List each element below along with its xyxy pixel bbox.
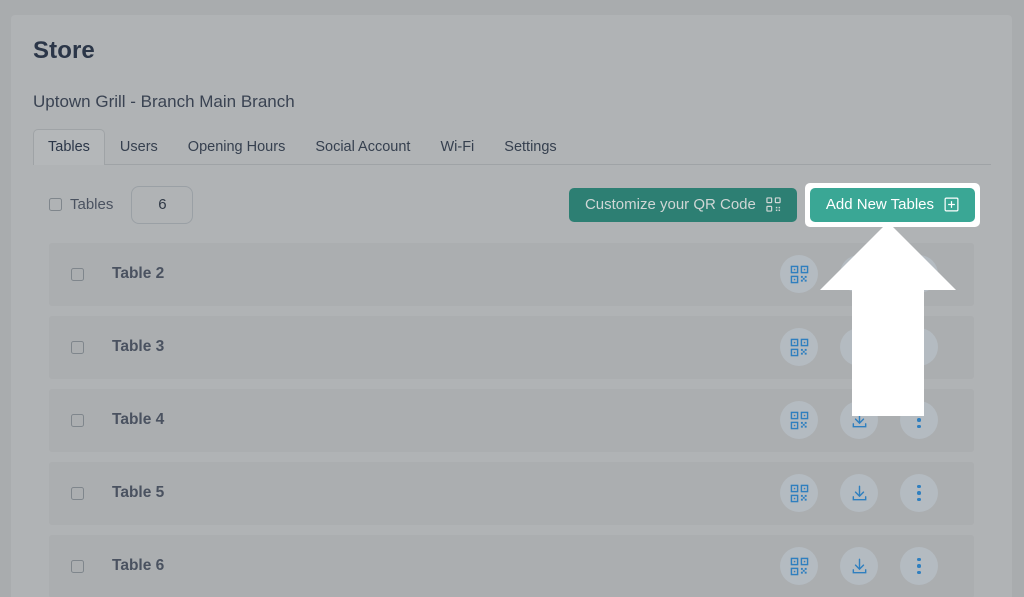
- download-icon[interactable]: [840, 474, 878, 513]
- download-icon[interactable]: [840, 401, 878, 440]
- row-label: Table 2: [112, 265, 165, 283]
- qr-code-icon[interactable]: [780, 255, 818, 294]
- row-actions: [780, 474, 960, 513]
- more-vertical-icon[interactable]: [900, 474, 938, 513]
- table-row[interactable]: Table 5: [49, 461, 974, 525]
- row-select-checkbox[interactable]: [71, 267, 84, 281]
- table-row[interactable]: Table 3: [49, 315, 974, 379]
- row-label: Table 6: [112, 557, 165, 575]
- select-all-checkbox[interactable]: [49, 198, 62, 212]
- row-actions: [780, 255, 960, 294]
- tab-settings[interactable]: Settings: [489, 129, 571, 164]
- more-vertical-icon[interactable]: [900, 255, 938, 294]
- qr-code-icon[interactable]: [780, 547, 818, 586]
- table-row[interactable]: Table 2: [49, 242, 974, 306]
- tab-tables[interactable]: Tables: [33, 129, 105, 165]
- row-select-checkbox[interactable]: [71, 486, 84, 500]
- table-row[interactable]: Table 6: [49, 534, 974, 597]
- customize-qr-code-button[interactable]: Customize your QR Code: [568, 187, 797, 222]
- row-select-checkbox[interactable]: [71, 413, 84, 427]
- row-select-checkbox[interactable]: [71, 559, 84, 573]
- more-vertical-icon[interactable]: [900, 547, 938, 586]
- more-dots: [917, 265, 921, 283]
- add-new-tables-button[interactable]: Add New Tables: [809, 187, 975, 222]
- more-vertical-icon[interactable]: [900, 328, 938, 367]
- row-actions: [780, 547, 960, 586]
- toolbar-left-group: Tables 6: [49, 185, 194, 224]
- row-actions: [780, 328, 960, 367]
- tab-opening-hours[interactable]: Opening Hours: [173, 129, 301, 164]
- row-label: Table 3: [112, 338, 165, 356]
- qr-code-icon[interactable]: [780, 474, 818, 513]
- qr-code-icon[interactable]: [780, 401, 818, 440]
- tab-users[interactable]: Users: [105, 129, 173, 164]
- toolbar-right-group: Customize your QR Code Add New Tables: [568, 182, 980, 227]
- row-label: Table 4: [112, 411, 165, 429]
- download-icon[interactable]: [840, 255, 878, 294]
- tables-count-input[interactable]: 6: [131, 185, 194, 224]
- qr-code-icon[interactable]: [780, 328, 818, 367]
- download-icon[interactable]: [840, 547, 878, 586]
- tables-list: Table 2 Table 3 Table 4 Table 5 Table 6: [33, 242, 990, 597]
- more-dots: [917, 484, 921, 502]
- select-all-tables-control[interactable]: Tables: [49, 196, 113, 213]
- tab-social-account[interactable]: Social Account: [300, 129, 425, 164]
- store-page-card: Store Uptown Grill - Branch Main Branch …: [11, 15, 1012, 597]
- download-icon[interactable]: [840, 328, 878, 367]
- row-select-checkbox[interactable]: [71, 340, 84, 354]
- tab-bar: Tables Users Opening Hours Social Accoun…: [33, 128, 991, 165]
- more-dots: [917, 411, 921, 429]
- more-dots: [917, 338, 921, 356]
- row-actions: [780, 401, 960, 440]
- plus-square-icon: [944, 197, 959, 212]
- tables-toolbar: Tables 6 Customize your QR Code Add New …: [33, 165, 990, 243]
- branch-subtitle: Uptown Grill - Branch Main Branch: [33, 91, 295, 111]
- qr-code-icon: [766, 197, 781, 212]
- select-all-label: Tables: [70, 196, 114, 214]
- more-vertical-icon[interactable]: [900, 401, 938, 440]
- row-label: Table 5: [112, 484, 165, 502]
- more-dots: [917, 557, 921, 575]
- add-new-tables-label: Add New Tables: [825, 196, 934, 214]
- table-row[interactable]: Table 4: [49, 388, 974, 452]
- customize-qr-code-label: Customize your QR Code: [584, 196, 756, 214]
- tab-wifi[interactable]: Wi-Fi: [425, 129, 489, 164]
- add-new-tables-highlight-ring: Add New Tables: [804, 182, 980, 227]
- page-title: Store: [33, 37, 95, 64]
